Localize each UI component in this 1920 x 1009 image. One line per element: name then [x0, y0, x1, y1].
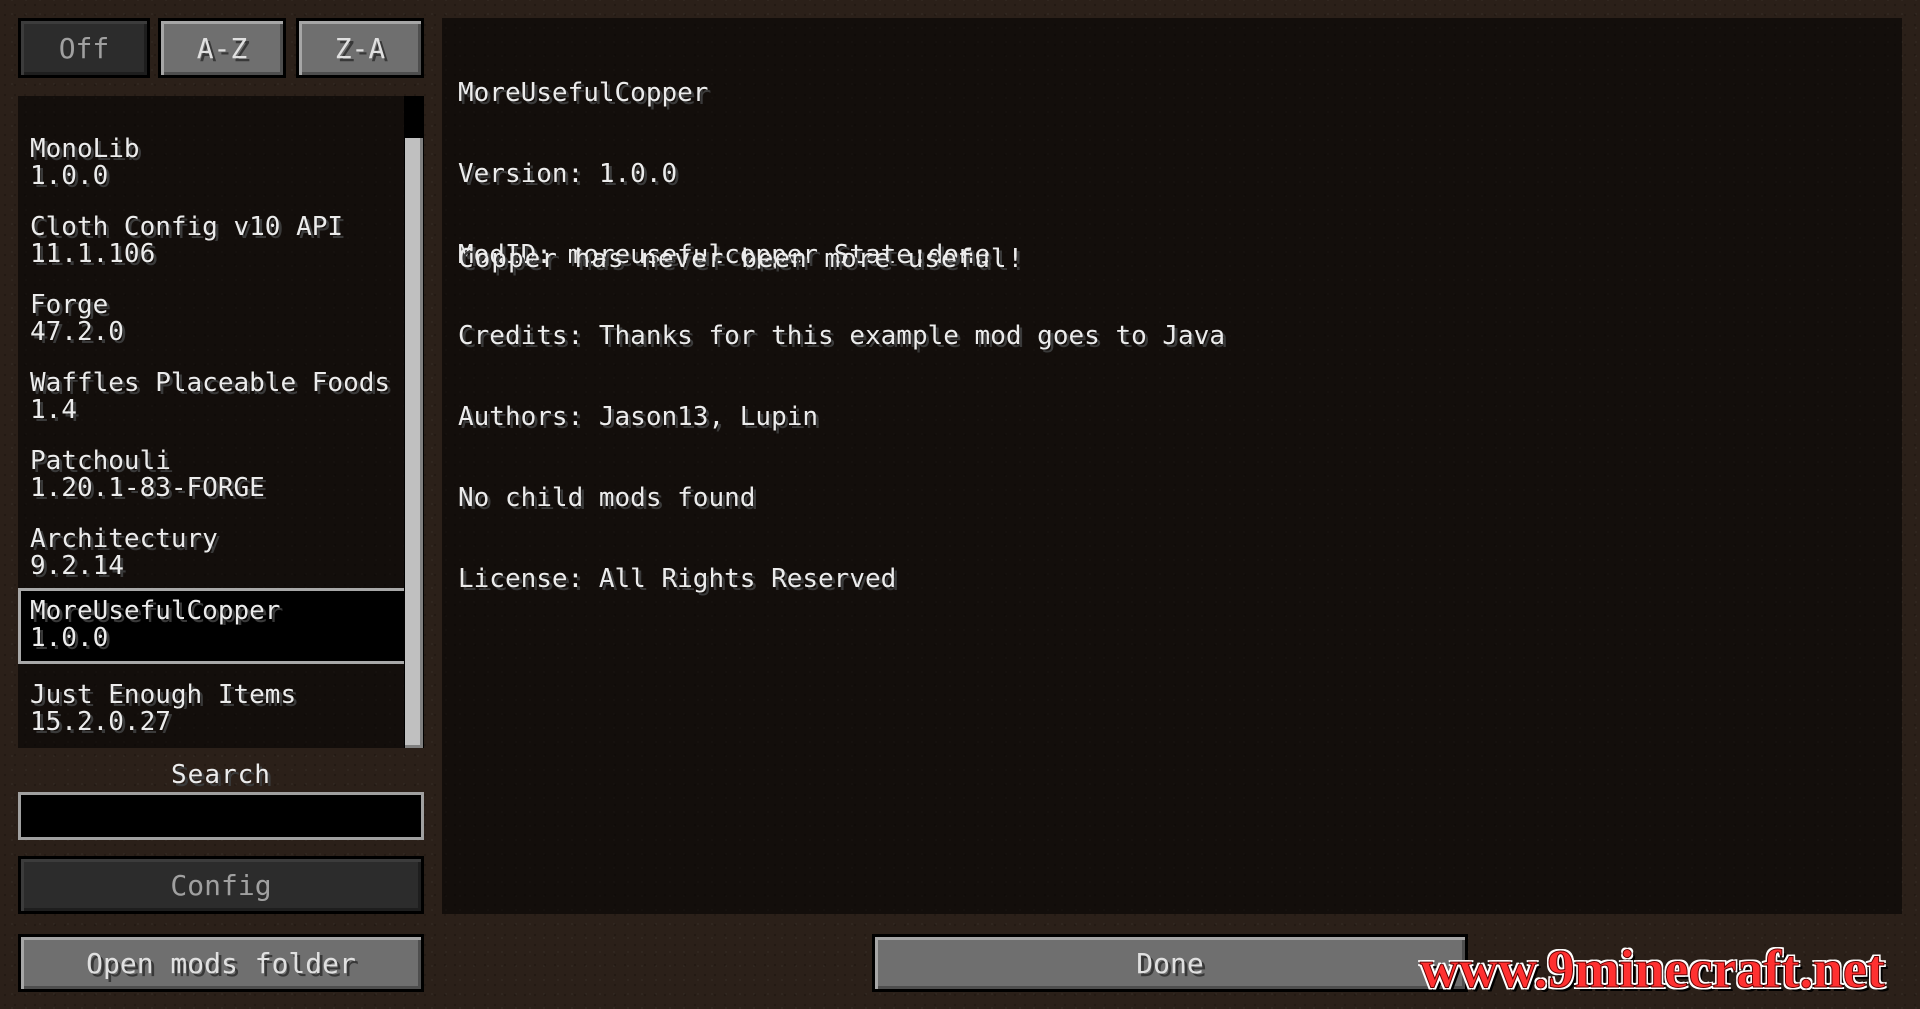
search-label: Search [171, 760, 271, 790]
done-button[interactable]: Done [872, 934, 1468, 992]
mod-info-name: MoreUsefulCopper [458, 78, 709, 108]
mod-name: Patchouli [30, 448, 171, 475]
mod-list-item[interactable]: Forge 47.2.0 [18, 282, 408, 358]
mod-version: 1.0.0 [30, 625, 109, 652]
mod-list-item-selected[interactable]: MoreUsefulCopper 1.0.0 [18, 588, 408, 664]
mod-info-license: License: All Rights Reserved [458, 564, 897, 594]
mod-info-description: Copper has never been more useful! [458, 244, 1025, 274]
mod-name: Architectury [30, 526, 218, 553]
scrollbar-thumb[interactable] [405, 138, 423, 748]
mod-name: Forge [30, 292, 109, 319]
mod-info-authors: Authors: Jason13, Lupin [458, 402, 819, 432]
mod-info-version: Version: 1.0.0 [458, 159, 678, 189]
search-input[interactable] [18, 792, 424, 840]
sort-az-button[interactable]: A-Z [158, 18, 286, 78]
open-mods-folder-button[interactable]: Open mods folder [18, 934, 424, 992]
mod-list-item[interactable]: Just Enough Items 15.2.0.27 [18, 672, 408, 748]
mod-version: 47.2.0 [30, 319, 124, 346]
mod-version: 11.1.106 [30, 241, 156, 268]
mod-list-item[interactable]: Cloth Config v10 API 11.1.106 [18, 204, 408, 280]
watermark-logo: www.9minecraft.net [1420, 939, 1886, 1000]
mod-version: 15.2.0.27 [30, 709, 171, 736]
mod-list-item[interactable]: Patchouli 1.20.1-83-FORGE [18, 438, 408, 514]
mod-list-item[interactable]: Architectury 9.2.14 [18, 516, 408, 592]
sort-off-button[interactable]: Off [18, 18, 150, 78]
mod-list-item[interactable]: Waffles Placeable Foods 1.4 [18, 360, 408, 436]
mod-info-children: No child mods found [458, 483, 756, 513]
mod-name: MoreUsefulCopper [30, 598, 281, 625]
sort-za-button[interactable]: Z-A [296, 18, 424, 78]
mod-list-item[interactable]: MonoLib 1.0.0 [18, 126, 408, 202]
mod-name: Just Enough Items [30, 682, 297, 709]
mod-info-credits: Credits: Thanks for this example mod goe… [458, 321, 1226, 351]
mod-list[interactable]: MonoLib 1.0.0 Cloth Config v10 API 11.1.… [18, 96, 424, 748]
mod-version: 1.4 [30, 397, 77, 424]
config-button[interactable]: Config [18, 856, 424, 914]
mod-info-text: MoreUsefulCopper Version: 1.0.0 ModID: m… [458, 26, 1225, 620]
mod-name: Cloth Config v10 API [30, 214, 344, 241]
mod-name: Waffles Placeable Foods [30, 370, 391, 397]
mod-version: 1.0.0 [30, 163, 109, 190]
mod-name: MonoLib [30, 136, 140, 163]
mod-version: 1.20.1-83-FORGE [30, 475, 265, 502]
mod-version: 9.2.14 [30, 553, 124, 580]
